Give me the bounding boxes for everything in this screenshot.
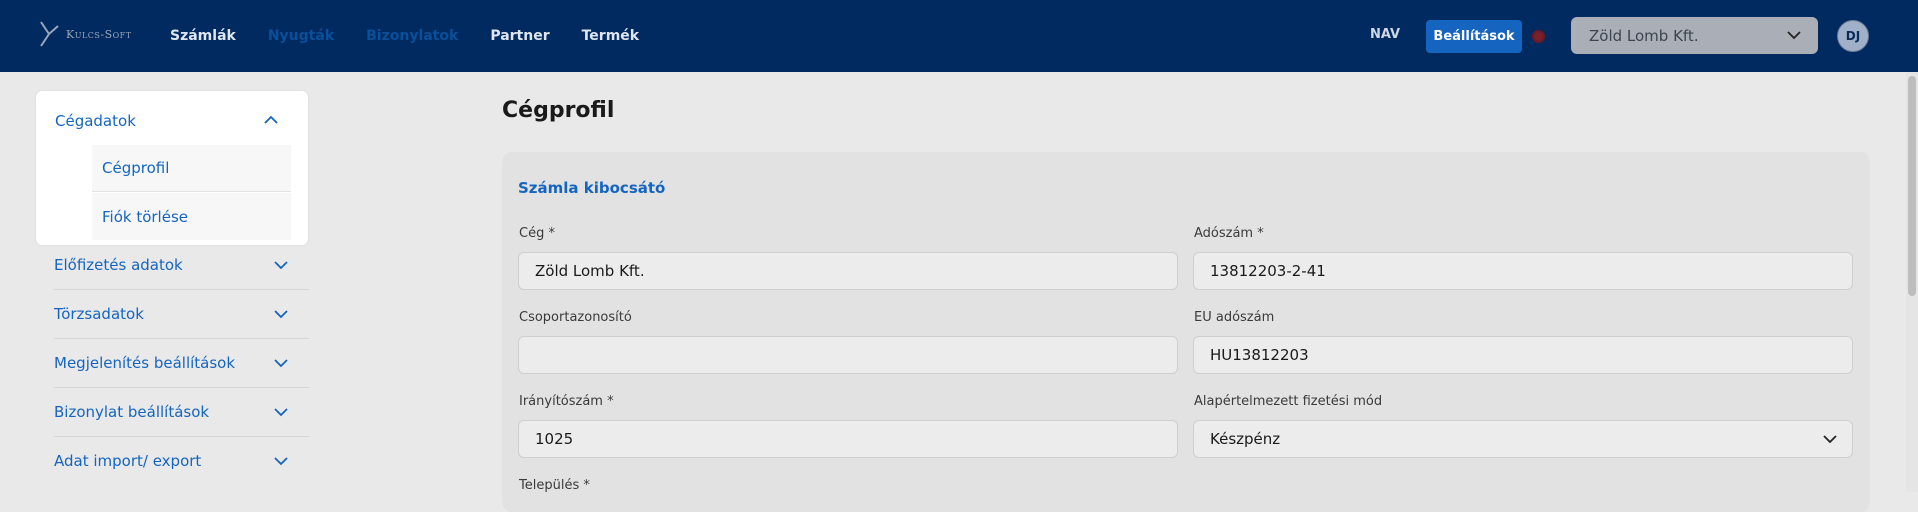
chevron-down-icon [274, 310, 288, 319]
eu-tax-label: EU adószám [1194, 310, 1275, 325]
section-title: Számla kibocsátó [518, 179, 666, 197]
tax-number-field[interactable]: 13812203-2-41 [1193, 252, 1853, 290]
sidebar-open-group: Cégadatok Cégprofil Fiók törlése [36, 91, 308, 245]
nav-item-termek[interactable]: Termék [582, 28, 639, 44]
sidebar-group-label: Törzsadatok [54, 305, 144, 323]
sidebar-group-label: Előfizetés adatok [54, 256, 183, 274]
chevron-down-icon [274, 457, 288, 466]
group-id-label: Csoportazonosító [519, 310, 632, 325]
city-label: Település * [519, 478, 590, 493]
scrollbar-thumb[interactable] [1908, 76, 1916, 296]
main-nav: Számlák Nyugták Bizonylatok Partner Term… [170, 0, 671, 72]
logo-key-icon [40, 21, 59, 47]
page-title: Cégprofil [502, 98, 615, 123]
alert-icon[interactable] [1532, 30, 1545, 43]
logo-text: Kulcs-Soft [66, 27, 132, 41]
payment-select-value: Készpénz [1210, 430, 1281, 448]
company-label: Cég * [519, 226, 555, 241]
eu-tax-field[interactable]: HU13812203 [1193, 336, 1853, 374]
sidebar-group-label: Adat import/ export [54, 452, 202, 470]
sidebar-group-megjelenites[interactable]: Megjelenítés beállítások [54, 339, 309, 388]
payment-select[interactable]: Készpénz [1193, 420, 1853, 458]
top-navigation-bar: Kulcs-Soft Számlák Nyugták Bizonylatok P… [0, 0, 1918, 72]
issuer-card [502, 152, 1870, 512]
payment-label: Alapértelmezett fizetési mód [1194, 394, 1383, 409]
chevron-down-icon [274, 408, 288, 417]
sidebar-group-label: Cégadatok [55, 112, 136, 130]
chevron-up-icon [264, 115, 278, 124]
zip-field[interactable]: 1025 [518, 420, 1178, 458]
company-select-value: Zöld Lomb Kft. [1589, 26, 1699, 45]
sidebar-group-import-export[interactable]: Adat import/ export [54, 437, 309, 485]
sidebar-group-label: Megjelenítés beállítások [54, 354, 236, 372]
sidebar-group-elofizetes[interactable]: Előfizetés adatok [54, 241, 309, 290]
sidebar-group-label: Bizonylat beállítások [54, 403, 210, 421]
avatar[interactable]: DJ [1837, 20, 1869, 52]
nav-link[interactable]: NAV [1370, 27, 1400, 42]
sidebar-group-cegadatok[interactable]: Cégadatok [55, 101, 291, 141]
company-select[interactable]: Zöld Lomb Kft. [1571, 17, 1818, 54]
tax-number-label: Adószám * [1194, 226, 1264, 241]
chevron-down-icon [1823, 435, 1837, 444]
chevron-down-icon [274, 261, 288, 270]
nav-item-szamlak[interactable]: Számlák [170, 28, 236, 44]
chevron-down-icon [274, 359, 288, 368]
chevron-down-icon [1787, 31, 1801, 40]
sidebar-group-torzsadatok[interactable]: Törzsadatok [54, 290, 309, 339]
sidebar-item-fiok-torlese[interactable]: Fiók törlése [92, 193, 291, 240]
nav-item-bizonylatok[interactable]: Bizonylatok [366, 28, 458, 44]
page-scrollbar[interactable] [1906, 72, 1918, 492]
group-id-field[interactable] [518, 336, 1178, 374]
sidebar-item-cegprofil[interactable]: Cégprofil [92, 145, 291, 192]
settings-button[interactable]: Beállítások [1426, 20, 1522, 53]
company-field[interactable]: Zöld Lomb Kft. [518, 252, 1178, 290]
kulcs-soft-logo[interactable]: Kulcs-Soft [38, 20, 132, 48]
sidebar-group-bizonylat[interactable]: Bizonylat beállítások [54, 388, 309, 437]
nav-item-partner[interactable]: Partner [490, 28, 549, 44]
zip-label: Irányítószám * [519, 394, 614, 409]
nav-item-nyugtak[interactable]: Nyugták [268, 28, 334, 44]
